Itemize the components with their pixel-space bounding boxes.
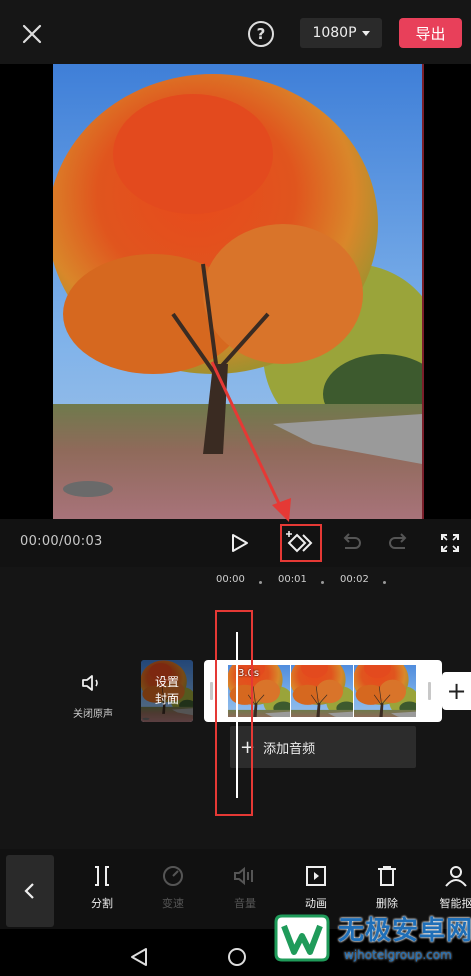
volume-tool[interactable]: 音量 [217,864,273,911]
cover-label: 设置 封面 [141,660,193,722]
tick-dot [321,581,324,584]
clip-right-handle[interactable] [428,682,431,700]
set-cover-button[interactable]: 设置 封面 [141,660,193,722]
chevron-left-icon [24,883,34,899]
time-tick: 00:00 [216,574,245,585]
close-icon[interactable] [18,20,46,48]
back-button[interactable] [6,855,54,927]
split-icon [95,866,109,886]
mute-original-sound-label[interactable]: 关闭原声 [60,705,126,720]
watermark: 无极安卓网 wjhotelgroup.com [272,904,471,972]
add-audio-label: 添加音频 [263,741,316,757]
speed-icon [163,866,183,886]
timecode: 00:00/00:03 [20,534,103,549]
playback-control-bar: 00:00/00:03 [0,519,471,567]
keyframe-highlight-box [280,524,322,562]
split-tool[interactable]: 分割 [74,864,130,911]
nav-back-icon [131,948,147,966]
chevron-down-icon [361,30,370,36]
split-label: 分割 [91,897,113,910]
watermark-title: 无极安卓网 [338,916,471,946]
playhead-highlight-box [215,610,253,816]
nav-home-icon [228,948,246,966]
export-button[interactable]: 导出 [399,18,462,48]
top-bar: ? 1080P 导出 [0,0,471,64]
animation-icon [306,866,326,886]
redo-icon[interactable] [385,529,413,557]
watermark-logo [274,914,330,962]
delete-icon [378,866,396,886]
cover-label-line1: 设置 [154,675,179,689]
resolution-dropdown[interactable]: 1080P [300,18,382,48]
play-icon[interactable] [225,529,253,557]
undo-icon[interactable] [337,529,365,557]
add-clip-button[interactable]: + [442,672,471,710]
speaker-icon[interactable] [80,672,104,694]
smart-cutout-icon [445,866,467,887]
time-tick: 00:02 [340,574,369,585]
clip-frame [291,665,353,717]
time-tick: 00:01 [278,574,307,585]
resolution-label: 1080P [312,25,357,41]
volume-icon [234,866,253,886]
cover-label-line2: 封面 [154,692,179,706]
tick-dot [383,581,386,584]
watermark-url: wjhotelgroup.com [344,948,452,962]
plus-icon: + [446,677,467,705]
video-preview[interactable] [12,64,424,519]
volume-label: 音量 [234,897,256,910]
speed-label: 变速 [162,897,184,910]
help-icon-glyph: ? [256,25,266,43]
tick-dot [259,581,262,584]
clip-frame [354,665,416,717]
speed-tool[interactable]: 变速 [145,864,201,911]
help-icon[interactable]: ? [248,21,274,47]
preview-image [53,64,422,519]
add-audio-button[interactable]: + 添加音频 [230,726,416,768]
clip-left-handle[interactable] [210,682,213,700]
export-label: 导出 [415,24,446,43]
fullscreen-icon[interactable] [436,529,464,557]
